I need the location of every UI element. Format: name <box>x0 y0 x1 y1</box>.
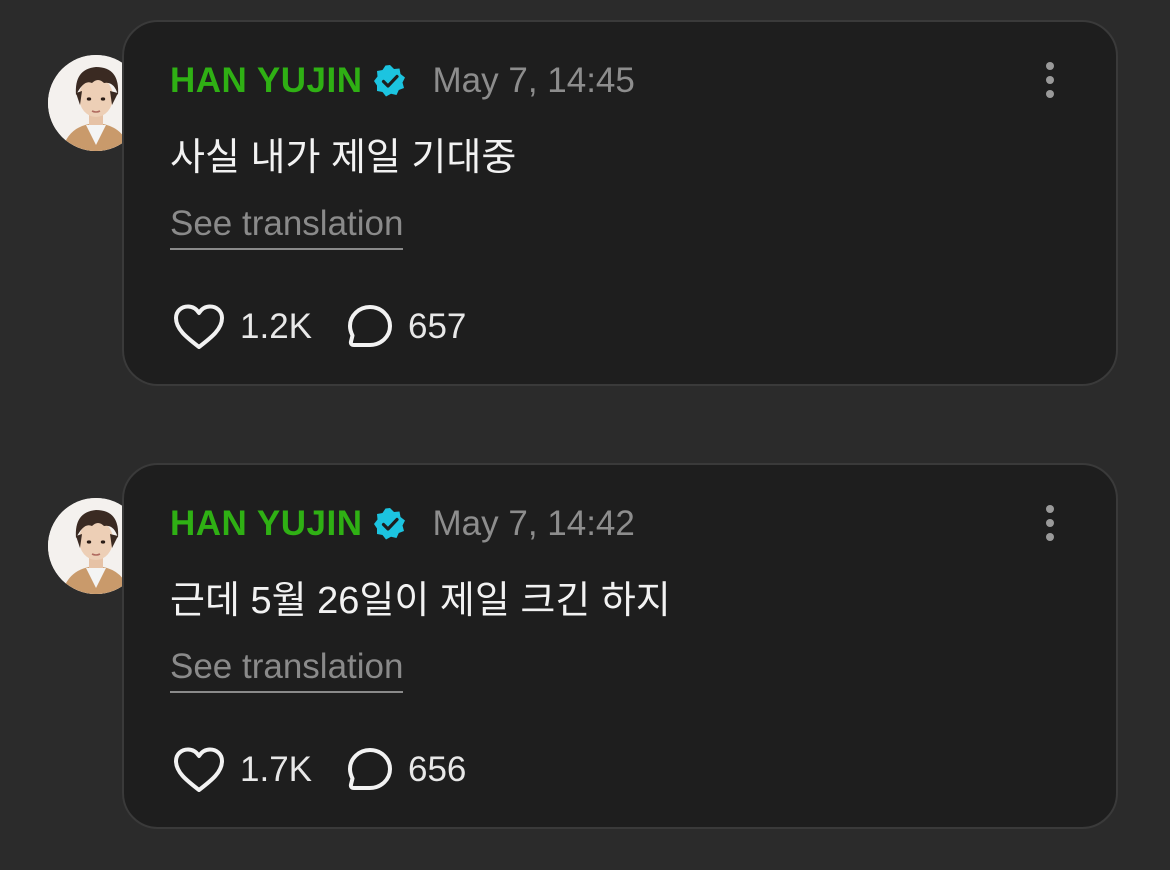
author-name[interactable]: HAN YUJIN <box>170 61 363 101</box>
comment-bubble-icon <box>348 748 392 790</box>
like-count: 1.2K <box>240 307 312 346</box>
heart-icon <box>174 747 224 792</box>
like-button[interactable]: 1.2K <box>172 303 312 351</box>
like-button[interactable]: 1.7K <box>172 746 312 794</box>
post-message: 근데 5월 26일이 제일 크긴 하지 <box>170 580 671 622</box>
more-vertical-icon[interactable] <box>1044 62 1056 102</box>
see-translation-link[interactable]: See translation <box>170 647 404 693</box>
verified-badge-icon <box>373 64 407 98</box>
comment-count: 657 <box>408 307 467 346</box>
post-header: HAN YUJIN May 7, 14:45 <box>170 58 635 104</box>
comment-count: 656 <box>408 750 467 789</box>
post-actions: 1.7K 656 <box>172 745 466 795</box>
post-card: HAN YUJIN May 7, 14:45 사실 내가 제일 기대중 See … <box>122 20 1118 386</box>
see-translation-link[interactable]: See translation <box>170 204 404 250</box>
post-card: HAN YUJIN May 7, 14:42 근데 5월 26일이 제일 크긴 … <box>122 463 1118 829</box>
post-actions: 1.2K 657 <box>172 302 466 352</box>
post-header: HAN YUJIN May 7, 14:42 <box>170 501 635 547</box>
post-message: 사실 내가 제일 기대중 <box>170 137 517 179</box>
post-timestamp: May 7, 14:42 <box>432 504 635 543</box>
like-count: 1.7K <box>240 750 312 789</box>
post-timestamp: May 7, 14:45 <box>432 61 635 100</box>
comment-button[interactable]: 656 <box>346 746 466 794</box>
heart-icon <box>174 304 224 349</box>
post: HAN YUJIN May 7, 14:45 사실 내가 제일 기대중 See … <box>0 20 1170 390</box>
comment-bubble-icon <box>348 305 392 347</box>
comment-button[interactable]: 657 <box>346 303 466 351</box>
post: HAN YUJIN May 7, 14:42 근데 5월 26일이 제일 크긴 … <box>0 463 1170 833</box>
verified-badge-icon <box>373 507 407 541</box>
author-name[interactable]: HAN YUJIN <box>170 504 363 544</box>
more-vertical-icon[interactable] <box>1044 505 1056 545</box>
